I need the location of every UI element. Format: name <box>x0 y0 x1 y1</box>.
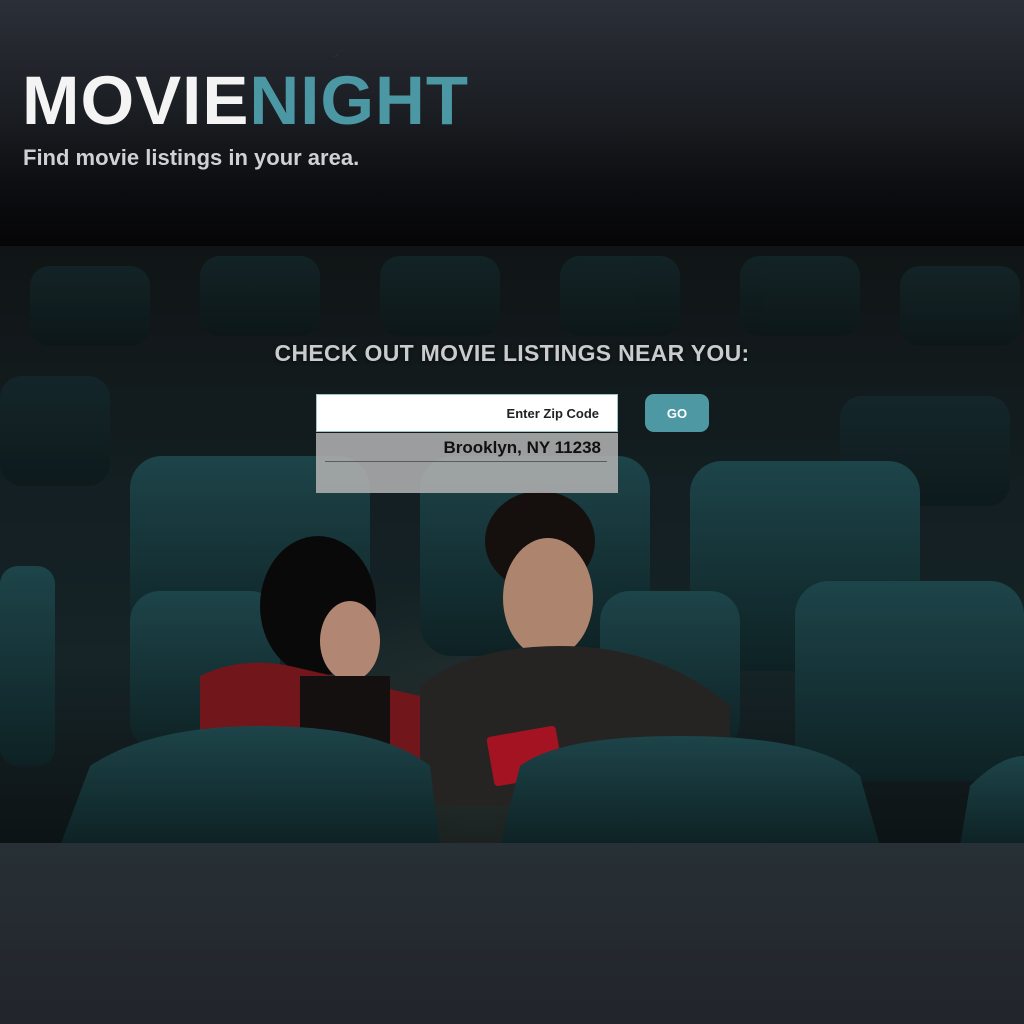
crescent-moon-icon <box>324 35 344 57</box>
zip-code-input[interactable] <box>316 394 618 432</box>
logo-word-movie: MOVIE <box>22 62 250 139</box>
hero-section: CHECK OUT MOVIE LISTINGS NEAR YOU: GO Br… <box>0 246 1024 843</box>
footer <box>0 843 1024 1024</box>
site-header: MOVIENIGHT Find movie listings in your a… <box>0 0 1024 247</box>
page: MOVIENIGHT Find movie listings in your a… <box>0 0 1024 1024</box>
site-logo[interactable]: MOVIENIGHT <box>22 66 469 135</box>
suggestion-item[interactable]: Brooklyn, NY 11238 <box>325 433 607 462</box>
footer-reflection <box>0 843 1024 963</box>
hero-heading: CHECK OUT MOVIE LISTINGS NEAR YOU: <box>274 340 750 366</box>
tagline: Find movie listings in your area. <box>23 145 360 170</box>
zip-suggestions-dropdown: Brooklyn, NY 11238 <box>316 433 618 493</box>
go-button[interactable]: GO <box>645 394 709 432</box>
theater-photo <box>0 246 1024 843</box>
logo-word-night: NIGHT <box>249 62 470 139</box>
